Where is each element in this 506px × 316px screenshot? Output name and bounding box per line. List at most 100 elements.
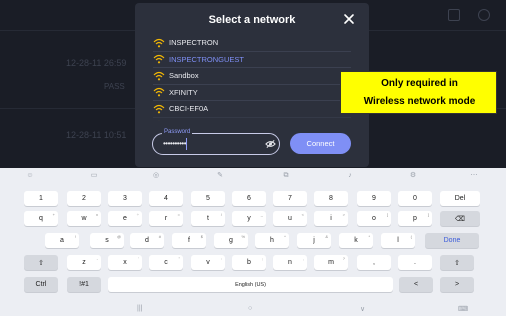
key-b[interactable]: b; xyxy=(232,255,266,270)
text-caret xyxy=(186,138,187,150)
key-g[interactable]: g% xyxy=(214,233,248,248)
key-p[interactable]: p] xyxy=(398,211,432,226)
key-hint: + xyxy=(52,212,55,217)
emoji-icon[interactable]: ☺ xyxy=(26,172,34,180)
password-value: •••••••••• xyxy=(163,139,187,148)
key-r[interactable]: r = xyxy=(149,211,183,226)
key-i[interactable]: i > xyxy=(314,211,348,226)
key-hint: x xyxy=(96,212,98,217)
key-hint: & xyxy=(325,234,328,239)
wifi-icon xyxy=(153,71,165,81)
key-label: p xyxy=(413,215,417,222)
key-h[interactable]: h ^ xyxy=(255,233,289,248)
key-4[interactable]: 4 xyxy=(149,191,183,206)
key-hint: ^ xyxy=(284,234,286,239)
back-icon[interactable]: ∨ xyxy=(360,305,365,313)
key-label: s xyxy=(105,237,109,244)
key-z[interactable]: z- xyxy=(67,255,101,270)
shift-icon[interactable]: ⇧ xyxy=(440,255,474,270)
network-name: Sandbox xyxy=(169,71,199,81)
key-n[interactable]: n, xyxy=(273,255,307,270)
backspace-icon[interactable]: ⌫ xyxy=(440,211,480,226)
key-label: 6 xyxy=(247,195,251,202)
delete-key[interactable]: Del xyxy=(440,191,480,206)
key-u[interactable]: u < xyxy=(273,211,307,226)
list-item-timestamp: 12-28-11 10:51 xyxy=(66,130,127,140)
key-x[interactable]: x ' xyxy=(108,255,142,270)
key-6[interactable]: 6 xyxy=(232,191,266,206)
right-arrow-key[interactable]: > xyxy=(440,277,474,292)
eye-off-icon[interactable] xyxy=(265,139,276,149)
key-k[interactable]: k * xyxy=(339,233,373,248)
microphone-icon[interactable]: ♪ xyxy=(346,172,354,180)
key-label: > xyxy=(454,281,460,288)
password-label: Password xyxy=(162,129,193,135)
key-m[interactable]: m? xyxy=(314,255,348,270)
key-hint: - xyxy=(96,256,98,261)
key-hint: _ xyxy=(260,212,263,217)
key-7[interactable]: 7 xyxy=(273,191,307,206)
key-label: English (US) xyxy=(235,281,266,288)
key-j[interactable]: j & xyxy=(297,233,331,248)
more-options-icon[interactable]: ⋯ xyxy=(470,172,478,180)
network-item[interactable]: INSPECTRONGUEST xyxy=(153,52,351,68)
key-label: j xyxy=(313,237,315,244)
network-item[interactable]: INSPECTRON xyxy=(153,35,351,52)
key-8[interactable]: 8 xyxy=(314,191,348,206)
key-f[interactable]: f $ xyxy=(172,233,206,248)
key-q[interactable]: q + xyxy=(24,211,58,226)
symbols-key[interactable]: !#1 xyxy=(67,277,101,292)
key-label: Ctrl xyxy=(35,281,47,288)
shift-icon[interactable]: ⇧ xyxy=(24,255,58,270)
network-name: CBCI-EF0A xyxy=(169,104,209,114)
key-t[interactable]: t / xyxy=(191,211,225,226)
key-d[interactable]: d # xyxy=(130,233,164,248)
key-label: 8 xyxy=(329,195,333,202)
key-hint: ; xyxy=(261,256,263,261)
annotation-callout: Only required in Wireless network mode xyxy=(340,71,497,114)
key-label: h xyxy=(270,237,274,244)
key-s[interactable]: s @ xyxy=(90,233,124,248)
key-label: . xyxy=(414,259,416,266)
key-a[interactable]: a! xyxy=(45,233,79,248)
settings-gear-icon[interactable]: ⚙ xyxy=(409,172,417,180)
recent-apps-icon[interactable]: ||| xyxy=(137,305,142,312)
key-label: x xyxy=(123,259,127,266)
key-label: < xyxy=(413,281,419,288)
key-v[interactable]: v: xyxy=(191,255,225,270)
gif-icon[interactable]: ◎ xyxy=(152,172,160,180)
keyboard-hide-icon[interactable]: ⌨ xyxy=(458,305,468,313)
power-icon xyxy=(478,9,490,21)
home-icon[interactable]: ○ xyxy=(248,305,252,312)
key-5[interactable]: 5 xyxy=(191,191,225,206)
key-label: r xyxy=(164,215,168,222)
key-w[interactable]: wx xyxy=(67,211,101,226)
key-hint: ' xyxy=(138,256,139,261)
sticker-icon[interactable]: ▭ xyxy=(90,172,98,180)
network-item[interactable]: XFINITY xyxy=(153,85,351,101)
close-icon[interactable] xyxy=(342,12,356,26)
key-3[interactable]: 3 xyxy=(108,191,142,206)
done-key[interactable]: Done xyxy=(425,233,479,248)
clipboard-icon[interactable]: ⧉ xyxy=(282,172,290,180)
key-c[interactable]: c " xyxy=(149,255,183,270)
key-0[interactable]: 0 xyxy=(398,191,432,206)
handwriting-icon[interactable]: ✎ xyxy=(216,172,224,180)
period-key[interactable]: . xyxy=(398,255,432,270)
network-item[interactable]: Sandbox xyxy=(153,68,351,85)
password-field[interactable]: Password •••••••••• xyxy=(152,129,280,155)
key-y[interactable]: y _ xyxy=(232,211,266,226)
key-9[interactable]: 9 xyxy=(357,191,391,206)
comma-key[interactable]: , xyxy=(357,255,391,270)
key-e[interactable]: e ÷ xyxy=(108,211,142,226)
left-arrow-key[interactable]: < xyxy=(399,277,433,292)
key-1[interactable]: 1 xyxy=(24,191,58,206)
connect-button[interactable]: Connect xyxy=(290,133,351,154)
key-o[interactable]: o[ xyxy=(357,211,391,226)
key-l[interactable]: l( xyxy=(381,233,415,248)
key-hint: * xyxy=(368,234,370,239)
space-bar[interactable]: English (US) xyxy=(108,277,393,292)
ctrl-key[interactable]: Ctrl xyxy=(24,277,58,292)
key-2[interactable]: 2 xyxy=(67,191,101,206)
key-label: ⇧ xyxy=(454,259,460,267)
